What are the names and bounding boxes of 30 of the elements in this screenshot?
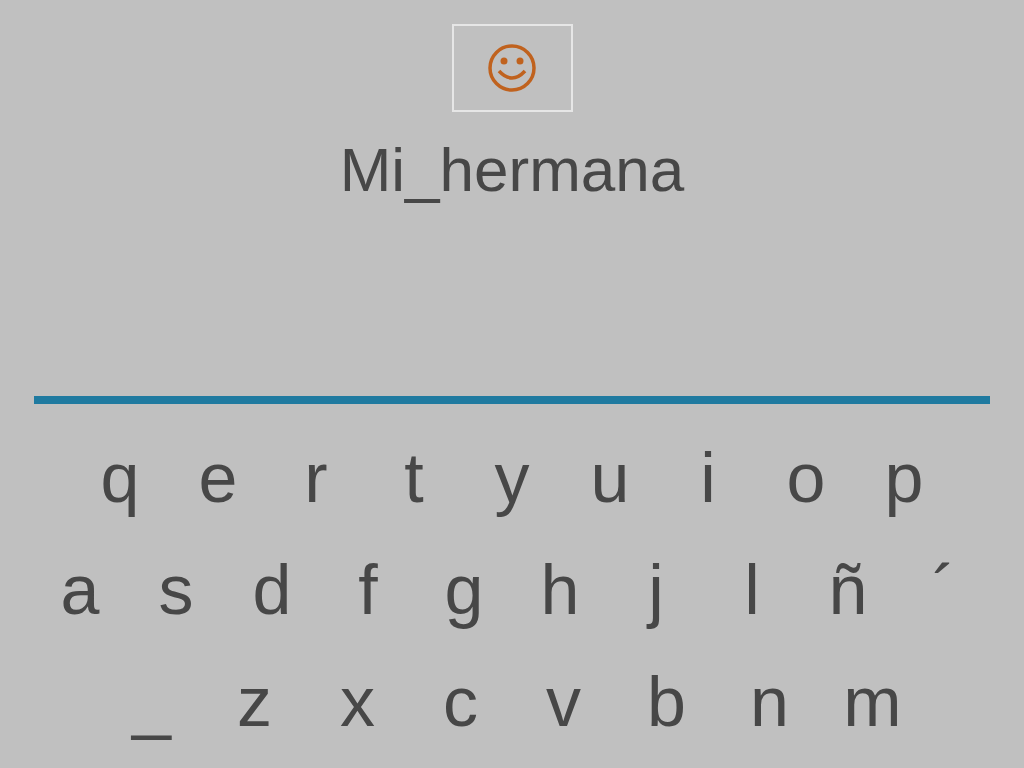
letter-key[interactable]: p [855, 438, 953, 518]
letter-key[interactable]: o [757, 438, 855, 518]
letter-key[interactable]: c [409, 662, 512, 742]
letter-key[interactable]: q [71, 438, 169, 518]
letter-key[interactable]: a [32, 550, 128, 630]
letter-key[interactable]: e [169, 438, 267, 518]
letter-key[interactable]: l [704, 550, 800, 630]
letter-key[interactable]: t [365, 438, 463, 518]
letter-key[interactable]: s [128, 550, 224, 630]
letter-key[interactable]: v [512, 662, 615, 742]
letter-key[interactable]: n [718, 662, 821, 742]
letter-key[interactable]: h [512, 550, 608, 630]
letter-key[interactable]: u [561, 438, 659, 518]
hint-box[interactable] [451, 24, 573, 112]
letter-key[interactable]: y [463, 438, 561, 518]
smiley-icon [487, 43, 537, 93]
letter-key[interactable]: x [306, 662, 409, 742]
answer-word: Mi_hermana [339, 134, 685, 206]
letter-key[interactable]: f [320, 550, 416, 630]
letter-key[interactable]: d [224, 550, 320, 630]
letter-key[interactable]: _ [100, 662, 203, 742]
letter-key[interactable]: ñ [800, 550, 896, 630]
letter-key[interactable]: r [267, 438, 365, 518]
letter-key[interactable]: j [608, 550, 704, 630]
letter-key[interactable]: b [615, 662, 718, 742]
letter-key[interactable]: ´ [896, 550, 992, 630]
letter-key[interactable]: i [659, 438, 757, 518]
letter-key[interactable]: m [821, 662, 924, 742]
letter-key[interactable]: g [416, 550, 512, 630]
letter-key[interactable]: z [203, 662, 306, 742]
